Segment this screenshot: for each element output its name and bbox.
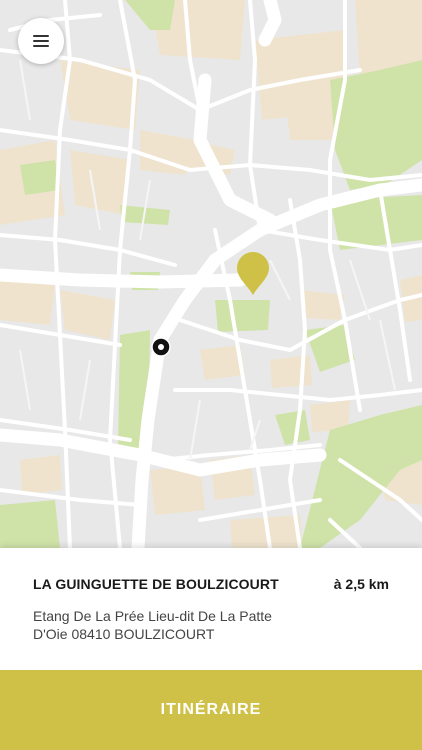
place-name: LA GUINGUETTE DE BOULZICOURT: [33, 576, 279, 592]
place-info-panel: LA GUINGUETTE DE BOULZICOURT à 2,5 km Et…: [0, 548, 422, 670]
location-pin-icon[interactable]: [236, 252, 270, 296]
user-location-dot-icon: [151, 337, 171, 357]
hamburger-menu-icon: [33, 35, 49, 47]
place-address: Etang De La Prée Lieu-dit De La Patte D'…: [33, 608, 272, 642]
place-distance: à 2,5 km: [333, 576, 389, 592]
menu-button[interactable]: [18, 18, 64, 64]
map-canvas[interactable]: [0, 0, 422, 548]
itinerary-button[interactable]: ITINÉRAIRE: [0, 670, 422, 750]
map-view[interactable]: [0, 0, 422, 548]
